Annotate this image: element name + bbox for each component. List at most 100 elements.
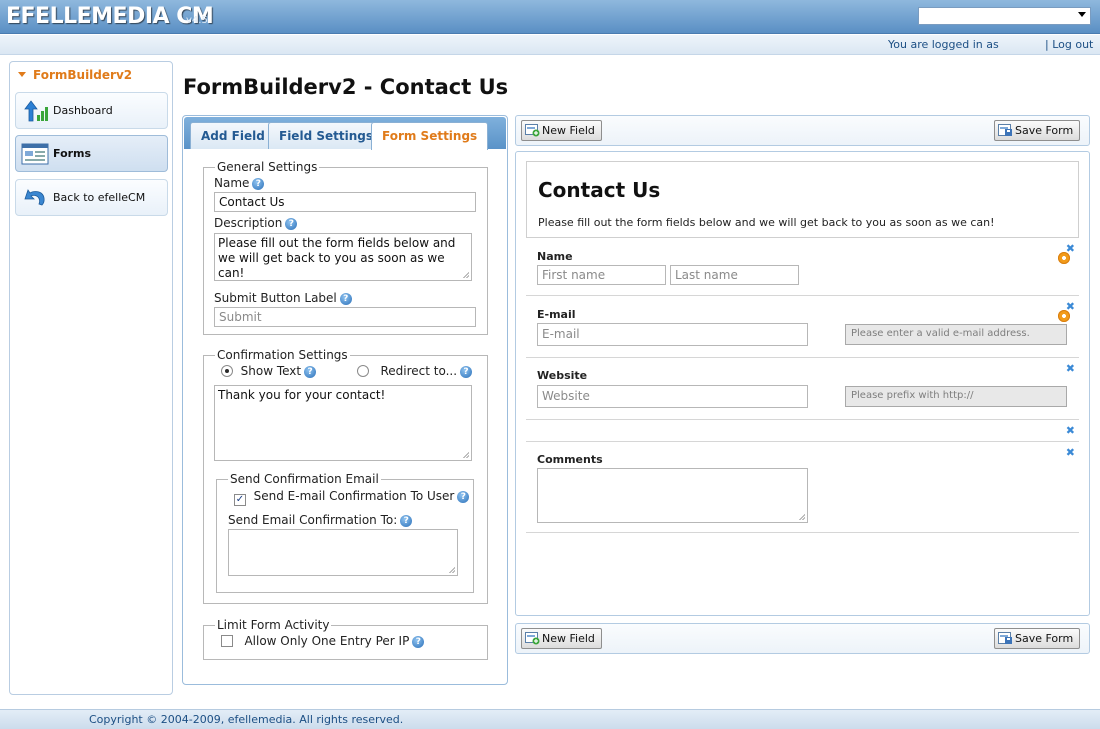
copyright-text: Copyright © 2004-2009, efellemedia. All …: [89, 713, 404, 726]
sidebar-item-forms[interactable]: Forms: [15, 135, 168, 172]
limit-activity-legend: Limit Form Activity: [217, 618, 330, 632]
sidebar-item-dashboard[interactable]: Dashboard: [15, 92, 168, 129]
help-icon[interactable]: ?: [339, 293, 352, 305]
app-logo: EFELLEMEDIA CM: [6, 4, 214, 29]
show-text-radio[interactable]: [221, 365, 233, 377]
send-email-option[interactable]: ✓ Send E-mail Confirmation To User?: [234, 489, 470, 506]
field-settings-gear-icon[interactable]: [1058, 252, 1070, 264]
one-entry-checkbox[interactable]: [221, 635, 233, 647]
save-form-button[interactable]: Save Form: [994, 628, 1081, 649]
confirmation-text-textarea[interactable]: Thank you for your contact!: [214, 385, 472, 461]
description-label: Description?: [214, 216, 298, 230]
dashboard-icon: [21, 99, 49, 123]
tab-strip: Add Field Field Settings Form Settings: [184, 117, 506, 150]
email-input[interactable]: E-mail: [537, 323, 808, 346]
name-label-text: Name: [214, 176, 250, 190]
logout-link[interactable]: | Log out: [1045, 38, 1093, 51]
save-form-button[interactable]: Save Form: [994, 120, 1081, 141]
new-field-icon: [525, 632, 540, 645]
help-icon[interactable]: ?: [252, 178, 265, 190]
redirect-label: Redirect to...: [380, 364, 458, 378]
app-version: v4.5: [186, 15, 208, 26]
tab-add-field[interactable]: Add Field: [190, 122, 276, 149]
form-description-textarea[interactable]: Please fill out the form fields below an…: [214, 233, 472, 281]
help-icon[interactable]: ?: [460, 366, 473, 378]
top-header-bar: EFELLEMEDIA CM v4.5: [0, 0, 1100, 34]
new-field-label: New Field: [542, 632, 595, 645]
new-field-button[interactable]: New Field: [521, 628, 602, 649]
description-value: Please fill out the form fields below an…: [218, 236, 456, 280]
field-row-website[interactable]: Website ✖ Website Please prefix with htt…: [526, 359, 1079, 420]
top-form-toolbar: New Field Save Form: [515, 115, 1090, 146]
remove-field-icon[interactable]: ✖: [1066, 446, 1075, 459]
resize-grip-icon[interactable]: [798, 513, 805, 520]
remove-field-icon[interactable]: ✖: [1066, 424, 1075, 437]
field-row-name[interactable]: Name ✖ First name Last name: [526, 239, 1079, 296]
remove-field-icon[interactable]: ✖: [1066, 362, 1075, 375]
bottom-form-toolbar: New Field Save Form: [515, 623, 1090, 654]
user-status-bar: You are logged in as | Log out: [0, 35, 1100, 55]
field-label-email: E-mail: [537, 308, 576, 321]
resize-grip-icon[interactable]: [462, 271, 469, 278]
one-entry-option[interactable]: Allow Only One Entry Per IP?: [221, 634, 425, 648]
form-description: Please fill out the form fields below an…: [538, 216, 995, 229]
send-to-textarea[interactable]: [228, 529, 458, 576]
sidebar: FormBuilderv2 Dashboard Forms Back to ef…: [9, 61, 173, 695]
redirect-radio[interactable]: [357, 365, 369, 377]
back-arrow-icon: [21, 186, 49, 210]
redirect-option[interactable]: Redirect to...?: [357, 364, 473, 378]
field-settings-gear-icon[interactable]: [1058, 310, 1070, 322]
chevron-down-icon: [1078, 12, 1086, 17]
field-row-empty[interactable]: ✖: [526, 421, 1079, 442]
general-settings-legend: General Settings: [217, 160, 318, 174]
description-label-text: Description: [214, 216, 283, 230]
footer: Copyright © 2004-2009, efellemedia. All …: [0, 709, 1100, 729]
show-text-option[interactable]: Show Text?: [221, 364, 317, 378]
confirmation-email-legend: Send Confirmation Email: [230, 472, 379, 486]
send-email-checkbox[interactable]: ✓: [234, 494, 246, 506]
first-name-input[interactable]: First name: [537, 265, 666, 285]
send-to-label-text: Send Email Confirmation To:: [228, 513, 398, 527]
name-label: Name?: [214, 176, 265, 190]
sidebar-title-label: FormBuilderv2: [33, 68, 133, 82]
field-label-name: Name: [537, 250, 573, 263]
send-to-label: Send Email Confirmation To:?: [228, 513, 413, 527]
field-label-website: Website: [537, 369, 588, 382]
sidebar-item-label: Forms: [53, 147, 92, 160]
website-input[interactable]: Website: [537, 385, 808, 408]
save-icon: [998, 632, 1013, 645]
page-title: FormBuilderv2 - Contact Us: [183, 75, 509, 99]
site-selector-dropdown[interactable]: [918, 7, 1091, 25]
confirmation-text-value: Thank you for your contact!: [218, 388, 386, 402]
form-name-input[interactable]: Contact Us: [214, 192, 476, 212]
submit-button-label-input[interactable]: Submit: [214, 307, 476, 327]
help-icon[interactable]: ?: [457, 491, 470, 503]
save-form-label: Save Form: [1015, 632, 1074, 645]
field-label-comments: Comments: [537, 453, 603, 466]
field-row-comments[interactable]: Comments ✖: [526, 443, 1079, 533]
submit-label-text: Submit Button Label: [214, 291, 337, 305]
collapse-triangle-icon: [18, 72, 26, 77]
show-text-label: Show Text: [240, 364, 302, 378]
new-field-button[interactable]: New Field: [521, 120, 602, 141]
help-icon[interactable]: ?: [412, 636, 425, 648]
help-icon[interactable]: ?: [400, 515, 413, 527]
last-name-input[interactable]: Last name: [670, 265, 799, 285]
resize-grip-icon[interactable]: [462, 451, 469, 458]
resize-grip-icon[interactable]: [448, 566, 455, 573]
field-row-email[interactable]: E-mail ✖ E-mail Please enter a valid e-m…: [526, 297, 1079, 358]
tab-field-settings[interactable]: Field Settings: [268, 122, 384, 149]
help-icon[interactable]: ?: [285, 218, 298, 230]
tab-form-settings[interactable]: Form Settings: [371, 122, 489, 150]
form-header[interactable]: Contact Us Please fill out the form fiel…: [526, 161, 1079, 238]
help-icon[interactable]: ?: [304, 366, 317, 378]
submit-label: Submit Button Label?: [214, 291, 352, 305]
logged-in-text: You are logged in as: [888, 38, 999, 51]
new-field-icon: [525, 124, 540, 137]
comments-textarea[interactable]: [537, 468, 808, 523]
sidebar-item-label: Back to efelleCM: [53, 191, 146, 204]
sidebar-title[interactable]: FormBuilderv2: [18, 68, 132, 82]
sidebar-item-label: Dashboard: [53, 104, 113, 117]
save-icon: [998, 124, 1013, 137]
sidebar-item-back[interactable]: Back to efelleCM: [15, 179, 168, 216]
